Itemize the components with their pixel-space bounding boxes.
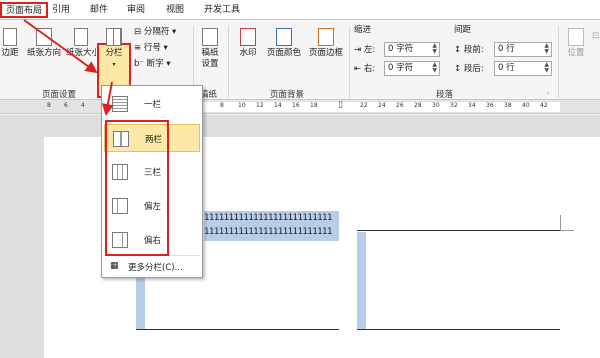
arrow-to-menu bbox=[101, 81, 114, 116]
annotation-arrows bbox=[23, 19, 114, 116]
arrow-to-columns-button bbox=[23, 19, 98, 74]
